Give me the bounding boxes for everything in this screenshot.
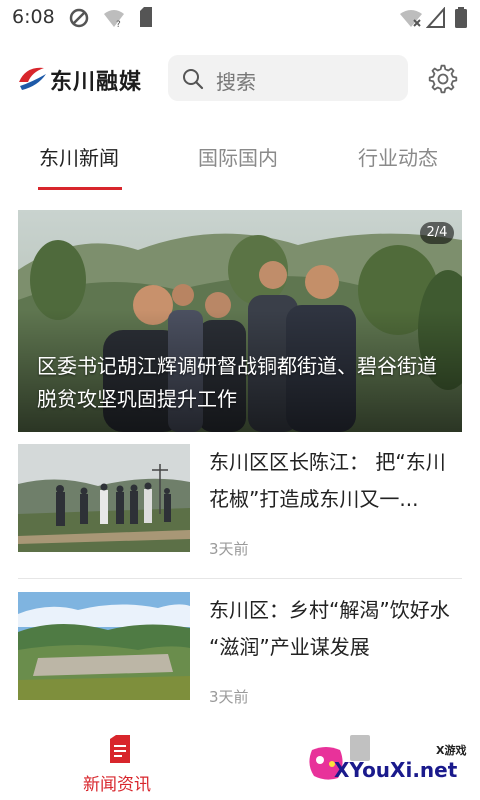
watermark-logo: X游戏 XYouXi.net	[306, 728, 480, 800]
svg-text:?: ?	[116, 20, 121, 29]
data-saver-icon	[68, 7, 90, 33]
search-placeholder: 搜索	[216, 70, 256, 94]
watermark-subtext: X游戏	[436, 744, 467, 757]
hero-banner[interactable]: 2/4 区委书记胡江辉调研督战铜都街道、碧谷街道脱贫攻坚巩固提升工作	[18, 210, 462, 432]
news-list-item[interactable]: 东川区区长陈江： 把“东川花椒”打造成东川又一... 3天前	[18, 444, 462, 558]
tab-international-domestic[interactable]: 国际国内	[198, 142, 278, 171]
news-document-icon	[110, 735, 130, 763]
news-list-item[interactable]: 东川区：乡村“解渴”饮好水 “滋润”产业谋发展 3天前	[18, 592, 462, 706]
battery-icon	[455, 7, 467, 33]
status-bar: 6:08 ?	[0, 0, 480, 36]
logo-mark-icon	[19, 67, 46, 90]
sim-card-icon	[138, 7, 154, 33]
search-icon	[183, 69, 204, 90]
nav-label-news: 新闻资讯	[83, 775, 151, 795]
status-time: 6:08	[12, 6, 55, 28]
news-thumbnail	[18, 444, 190, 552]
news-title: 东川区：乡村“解渴”饮好水 “滋润”产业谋发展	[209, 598, 450, 659]
signal-icon	[425, 6, 446, 33]
search-input[interactable]: 搜索	[168, 55, 408, 101]
slide-counter-badge: 2/4	[420, 222, 454, 244]
tab-dongchuan-news[interactable]: 东川新闻	[39, 142, 119, 171]
hero-title: 区委书记胡江辉调研督战铜都街道、碧谷街道脱贫攻坚巩固提升工作	[37, 354, 437, 411]
app-logo: 东川融媒	[16, 62, 156, 95]
wifi-off-icon	[398, 7, 424, 33]
news-time: 3天前	[209, 540, 249, 558]
header: 东川融媒 搜索	[0, 54, 480, 104]
divider	[18, 578, 462, 579]
active-tab-indicator	[38, 187, 122, 190]
tab-industry-news[interactable]: 行业动态	[358, 142, 438, 171]
news-thumbnail	[18, 592, 190, 700]
wifi-unknown-icon: ?	[102, 7, 126, 33]
watermark-text: XYouXi.net	[334, 758, 458, 782]
gear-icon[interactable]	[428, 64, 458, 94]
category-tabs: 东川新闻 国际国内 行业动态	[0, 138, 480, 194]
news-time: 3天前	[209, 688, 249, 706]
app-name: 东川融媒	[50, 70, 143, 95]
news-title: 东川区区长陈江： 把“东川花椒”打造成东川又一...	[209, 450, 446, 511]
